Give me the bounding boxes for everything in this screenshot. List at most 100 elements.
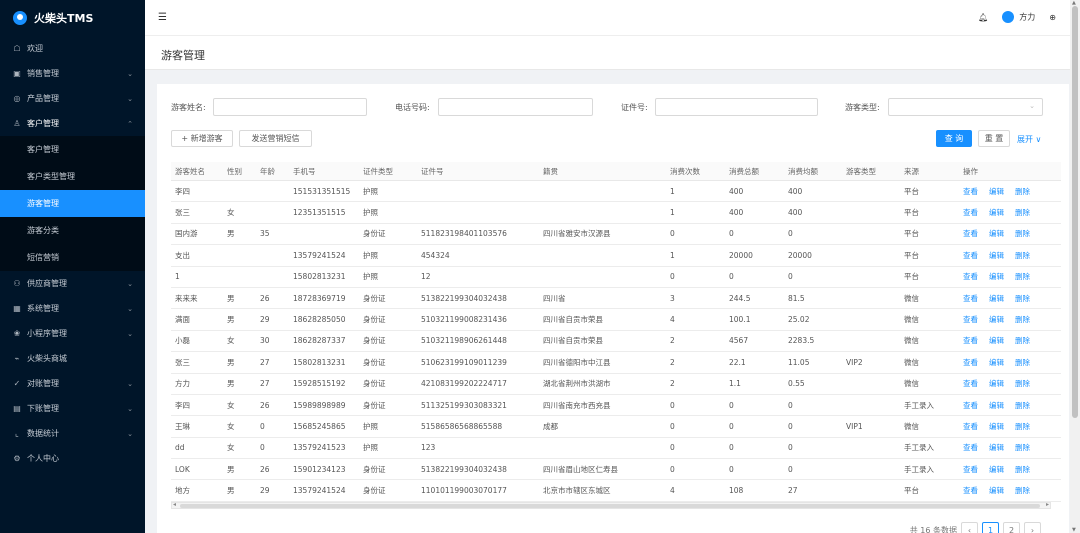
horizontal-scrollbar[interactable]: ◂ ▸ [171,501,1051,509]
scroll-down-icon[interactable]: ▼ [1072,527,1076,533]
view-button[interactable]: 查看 [963,400,978,411]
delete-button[interactable]: 删除 [1015,464,1030,475]
delete-button[interactable]: 删除 [1015,442,1030,453]
edit-button[interactable]: 编辑 [989,250,1004,261]
bell-icon[interactable]: 🔔︎ [978,13,988,22]
user-menu[interactable]: 方力 [1002,11,1035,23]
table-cell: 15685245865 [293,421,346,431]
view-button[interactable]: 查看 [963,421,978,432]
top-header: ☰ 🔔︎ 方力 ⊕ [145,0,1080,36]
tourist-name-input[interactable] [213,98,367,116]
chevron-down-icon: ⌄ [127,379,133,388]
sidebar-item-label: 客户类型管理 [27,172,75,181]
page-2-button[interactable]: 2 [1003,522,1020,533]
edit-button[interactable]: 编辑 [989,314,1004,325]
id-number-input[interactable] [655,98,818,116]
sidebar-subitem-tourist[interactable]: 游客管理 [0,190,145,217]
sidebar-item-ledger[interactable]: ▤ 下账管理 ⌄ [0,396,145,421]
edit-button[interactable]: 编辑 [989,442,1004,453]
sidebar-item-customer[interactable]: ♙ 客户管理 ⌃ [0,111,145,136]
sidebar-subitem-sms[interactable]: 短信营销 [0,244,145,271]
edit-button[interactable]: 编辑 [989,207,1004,218]
edit-button[interactable]: 编辑 [989,421,1004,432]
view-button[interactable]: 查看 [963,207,978,218]
vertical-scrollbar[interactable]: ▲ ▼ [1070,0,1080,533]
sidebar-item-product[interactable]: ◎ 产品管理 ⌄ [0,86,145,111]
edit-button[interactable]: 编辑 [989,335,1004,346]
scrollbar-thumb[interactable] [1072,6,1078,418]
send-sms-button[interactable]: 发送营销短信 [239,130,312,147]
scroll-right-icon[interactable]: ▸ [1046,501,1049,508]
view-button[interactable]: 查看 [963,335,978,346]
delete-button[interactable]: 删除 [1015,357,1030,368]
col-header: 消费均额 [788,166,818,176]
sidebar-item-supplier[interactable]: ⚇ 供应商管理 ⌄ [0,271,145,296]
delete-button[interactable]: 删除 [1015,421,1030,432]
view-button[interactable]: 查看 [963,250,978,261]
scrollbar-thumb[interactable] [180,504,1040,508]
view-button[interactable]: 查看 [963,186,978,197]
sidebar-item-sales[interactable]: ▣ 销售管理 ⌄ [0,61,145,86]
tourist-type-select[interactable]: ⌄ [888,98,1043,116]
view-button[interactable]: 查看 [963,271,978,282]
sidebar-item-system[interactable]: ▦ 系统管理 ⌄ [0,296,145,321]
menu-fold-icon[interactable]: ☰ [158,12,167,23]
edit-button[interactable]: 编辑 [989,400,1004,411]
delete-button[interactable]: 删除 [1015,228,1030,239]
edit-button[interactable]: 编辑 [989,186,1004,197]
sidebar-subitem-customer-type[interactable]: 客户类型管理 [0,163,145,190]
filter-name-label: 游客姓名: [171,103,206,112]
sidebar-item-miniprogram[interactable]: ❀ 小程序管理 ⌄ [0,321,145,346]
view-button[interactable]: 查看 [963,464,978,475]
next-page-button[interactable]: › [1024,522,1041,533]
prev-page-button[interactable]: ‹ [961,522,978,533]
delete-button[interactable]: 删除 [1015,207,1030,218]
add-tourist-button[interactable]: + 新增游客 [171,130,233,147]
edit-button[interactable]: 编辑 [989,485,1004,496]
search-button[interactable]: 查 询 [936,130,972,147]
phone-input[interactable] [438,98,593,116]
view-button[interactable]: 查看 [963,293,978,304]
sidebar-subitem-tourist-category[interactable]: 游客分类 [0,217,145,244]
view-button[interactable]: 查看 [963,485,978,496]
chevron-down-icon: ⌄ [127,279,133,288]
edit-button[interactable]: 编辑 [989,228,1004,239]
edit-button[interactable]: 编辑 [989,357,1004,368]
sidebar-item-reconcile[interactable]: ✓ 对账管理 ⌄ [0,371,145,396]
miniprogram-icon: ❀ [13,329,21,338]
edit-button[interactable]: 编辑 [989,293,1004,304]
view-button[interactable]: 查看 [963,314,978,325]
edit-button[interactable]: 编辑 [989,271,1004,282]
delete-button[interactable]: 删除 [1015,250,1030,261]
delete-button[interactable]: 删除 [1015,378,1030,389]
delete-button[interactable]: 删除 [1015,186,1030,197]
view-button[interactable]: 查看 [963,378,978,389]
delete-button[interactable]: 删除 [1015,485,1030,496]
sidebar-item-welcome[interactable]: ☖ 欢迎 [0,36,145,61]
table-body: 李四 151531351515 护照 1 400 400 平台 查看 编辑 删除 张三女 123513… [171,181,1061,502]
delete-button[interactable]: 删除 [1015,335,1030,346]
delete-button[interactable]: 删除 [1015,271,1030,282]
edit-button[interactable]: 编辑 [989,464,1004,475]
page-1-button[interactable]: 1 [982,522,999,533]
edit-button[interactable]: 编辑 [989,378,1004,389]
reset-button[interactable]: 重 置 [978,130,1010,147]
scroll-left-icon[interactable]: ◂ [173,501,176,508]
sidebar-item-profile[interactable]: ⚙ 个人中心 [0,446,145,471]
table-row: dd 女 0 13579241523 护照 123 0 0 0 手工录入 查看 编辑 删除 [171,438,1061,460]
sidebar-subitem-customer[interactable]: 客户管理 [0,136,145,163]
sidebar-item-mall[interactable]: ⌁ 火柴头商城 [0,346,145,371]
sidebar-item-stats[interactable]: ⌞ 数据统计 ⌄ [0,421,145,446]
delete-button[interactable]: 删除 [1015,293,1030,304]
globe-icon[interactable]: ⊕ [1049,13,1056,22]
view-button[interactable]: 查看 [963,357,978,368]
brand[interactable]: 火柴头TMS [0,0,145,36]
table-cell: 151531351515 [293,186,351,196]
row-actions: 查看 编辑 删除 [963,331,1030,351]
delete-button[interactable]: 删除 [1015,314,1030,325]
view-button[interactable]: 查看 [963,442,978,453]
view-button[interactable]: 查看 [963,228,978,239]
expand-link[interactable]: 展开 ∨ [1017,134,1041,145]
delete-button[interactable]: 删除 [1015,400,1030,411]
table-cell: 2 [670,379,675,389]
